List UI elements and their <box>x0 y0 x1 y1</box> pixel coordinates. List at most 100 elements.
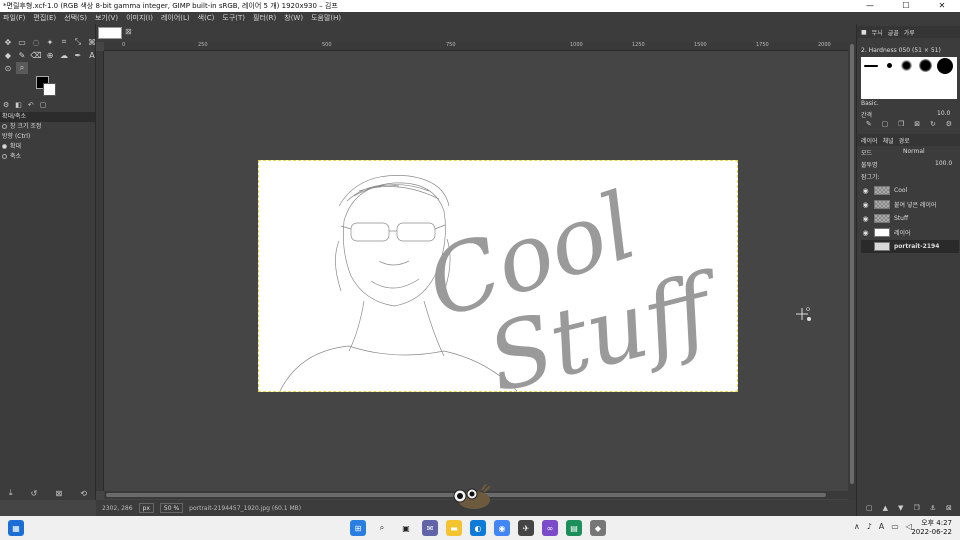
delete-options-icon[interactable]: ⊠ <box>55 489 62 498</box>
tab-layers[interactable]: 레이어 <box>861 136 878 145</box>
brush-small[interactable] <box>887 63 892 68</box>
delete-layer-icon[interactable]: ⊠ <box>946 504 952 514</box>
zoom-tool-icon[interactable]: ⌕ <box>16 62 28 74</box>
chevron-up-icon[interactable]: ∧ <box>854 522 860 531</box>
tab-channels[interactable]: 채널 <box>883 136 894 145</box>
layer-row-selected[interactable]: portrait-2194 <box>861 240 959 253</box>
start-icon[interactable]: ⊞ <box>350 520 366 536</box>
close-tab-icon[interactable]: ⊠ <box>125 27 132 36</box>
edge-icon[interactable]: ◐ <box>470 520 486 536</box>
zoom-out-radio[interactable]: 축소 <box>0 152 95 162</box>
background-color[interactable] <box>43 83 56 96</box>
chat-icon[interactable]: ✉ <box>422 520 438 536</box>
menu-colors[interactable]: 색(C) <box>198 13 215 23</box>
menu-image[interactable]: 이미지(I) <box>126 13 153 23</box>
chrome-icon[interactable]: ◉ <box>494 520 510 536</box>
menu-view[interactable]: 보기(V) <box>95 13 118 23</box>
layer-row[interactable]: ◉ 붙여 넣은 레이어 <box>861 198 959 211</box>
rect-select-tool-icon[interactable]: ▭ <box>16 36 28 48</box>
menu-layer[interactable]: 레이어(L) <box>161 13 190 23</box>
tab-gradients[interactable]: 가루 <box>904 28 915 37</box>
menu-help[interactable]: 도움말(H) <box>311 13 341 23</box>
smudge-tool-icon[interactable]: ☁ <box>58 49 70 61</box>
save-options-icon[interactable]: ⤓ <box>9 488 13 498</box>
crop-tool-icon[interactable]: ⌗ <box>58 36 70 48</box>
lasso-tool-icon[interactable]: ◌ <box>30 36 42 48</box>
fuzzy-select-tool-icon[interactable]: ✦ <box>44 36 56 48</box>
tab-paths[interactable]: 경로 <box>899 136 910 145</box>
gimp-taskbar-icon[interactable]: ◆ <box>590 520 606 536</box>
refresh-brushes-icon[interactable]: ↻ <box>930 120 936 130</box>
anchor-layer-icon[interactable]: ⚓ <box>930 504 936 514</box>
color-swatches[interactable] <box>36 76 60 100</box>
brush-soft[interactable] <box>901 60 912 71</box>
new-brush-icon[interactable]: ▢ <box>882 120 889 130</box>
calculator-icon[interactable]: ▤ <box>566 520 582 536</box>
visibility-eye-icon[interactable]: ◉ <box>861 187 870 195</box>
device-status-tab-icon[interactable]: ◧ <box>15 101 22 109</box>
restore-options-icon[interactable]: ↺ <box>31 489 38 498</box>
canvas-area[interactable]: Cool Stuff <box>104 51 848 491</box>
auto-resize-option[interactable]: 창 크기 조정 <box>0 122 95 132</box>
mode-select[interactable]: Normal <box>903 148 925 155</box>
zoom-in-radio[interactable]: 확대 <box>0 142 95 152</box>
lower-layer-icon[interactable]: ▼ <box>898 504 903 514</box>
menu-file[interactable]: 파일(F) <box>3 13 25 23</box>
path-tool-icon[interactable]: ✒ <box>72 49 84 61</box>
layer-row[interactable]: ◉ 레이어 <box>861 226 959 239</box>
app-icon[interactable]: ✈ <box>518 520 534 536</box>
delete-brush-icon[interactable]: ⊠ <box>914 120 920 130</box>
visibility-eye-icon[interactable]: ◉ <box>861 201 870 209</box>
menu-filters[interactable]: 필터(R) <box>253 13 276 23</box>
menu-windows[interactable]: 창(W) <box>284 13 303 23</box>
layer-row[interactable]: ◉ Stuff <box>861 212 959 225</box>
visibility-eye-icon[interactable]: ◉ <box>861 229 870 237</box>
brush-line[interactable] <box>864 65 878 67</box>
menu-edit[interactable]: 편집(E) <box>33 13 56 23</box>
menu-select[interactable]: 선택(S) <box>64 13 87 23</box>
clone-tool-icon[interactable]: ⊕ <box>44 49 56 61</box>
tab-fonts[interactable]: 글꼴 <box>888 28 899 37</box>
images-tab-icon[interactable]: ▢ <box>40 101 47 109</box>
brushes-tab-icon[interactable]: ■ <box>861 29 867 36</box>
brush-grid[interactable] <box>861 57 957 99</box>
undo-tab-icon[interactable]: ↶ <box>28 101 34 109</box>
zoom-select[interactable]: 50 % <box>159 503 184 513</box>
paintbrush-tool-icon[interactable]: ✎ <box>16 49 28 61</box>
visibility-eye-icon[interactable]: ◉ <box>861 215 870 223</box>
file-explorer-icon[interactable]: ▬ <box>446 520 462 536</box>
tab-patterns[interactable]: 무늬 <box>872 28 883 37</box>
duplicate-brush-icon[interactable]: ❐ <box>898 120 904 130</box>
close-button[interactable]: ✕ <box>924 0 960 12</box>
layer-row[interactable]: ◉ Cool <box>861 184 959 197</box>
search-icon[interactable]: ⌕ <box>374 520 390 536</box>
maximize-button[interactable]: ☐ <box>888 0 924 12</box>
edit-brush-icon[interactable]: ✎ <box>866 120 872 130</box>
spacing-value[interactable]: 10.0 <box>937 110 950 117</box>
brush-hard[interactable] <box>937 58 953 74</box>
menu-tools[interactable]: 도구(T) <box>222 13 245 23</box>
reset-options-icon[interactable]: ⟲ <box>80 489 87 498</box>
color-picker-tool-icon[interactable]: ⊙ <box>2 62 14 74</box>
eraser-tool-icon[interactable]: ⌫ <box>30 49 42 61</box>
visual-studio-icon[interactable]: ∞ <box>542 520 558 536</box>
widgets-icon[interactable]: ▦ <box>8 520 24 536</box>
bucket-fill-tool-icon[interactable]: ◆ <box>2 49 14 61</box>
task-view-icon[interactable]: ▣ <box>398 520 414 536</box>
taskbar-clock[interactable]: 오후 4:27 2022-06-22 <box>911 519 952 537</box>
new-layer-icon[interactable]: ▢ <box>866 504 873 514</box>
tool-options-tab-icon[interactable]: ⚙ <box>3 101 9 109</box>
brush-medium[interactable] <box>919 59 932 72</box>
image-tab-thumbnail[interactable] <box>98 27 122 39</box>
vertical-scrollbar[interactable] <box>848 42 856 500</box>
network-icon[interactable]: ▭ <box>891 522 899 531</box>
transform-tool-icon[interactable]: ⤡ <box>72 36 84 48</box>
microphone-icon[interactable]: ♪ <box>867 522 872 531</box>
move-tool-icon[interactable]: ✥ <box>2 36 14 48</box>
unit-select[interactable]: px <box>138 503 154 513</box>
input-language[interactable]: A <box>879 522 884 531</box>
duplicate-layer-icon[interactable]: ❐ <box>913 504 919 514</box>
opacity-value[interactable]: 100.0 <box>935 160 952 167</box>
brush-settings-icon[interactable]: ⚙ <box>946 120 952 130</box>
image-canvas[interactable]: Cool Stuff <box>258 160 738 392</box>
